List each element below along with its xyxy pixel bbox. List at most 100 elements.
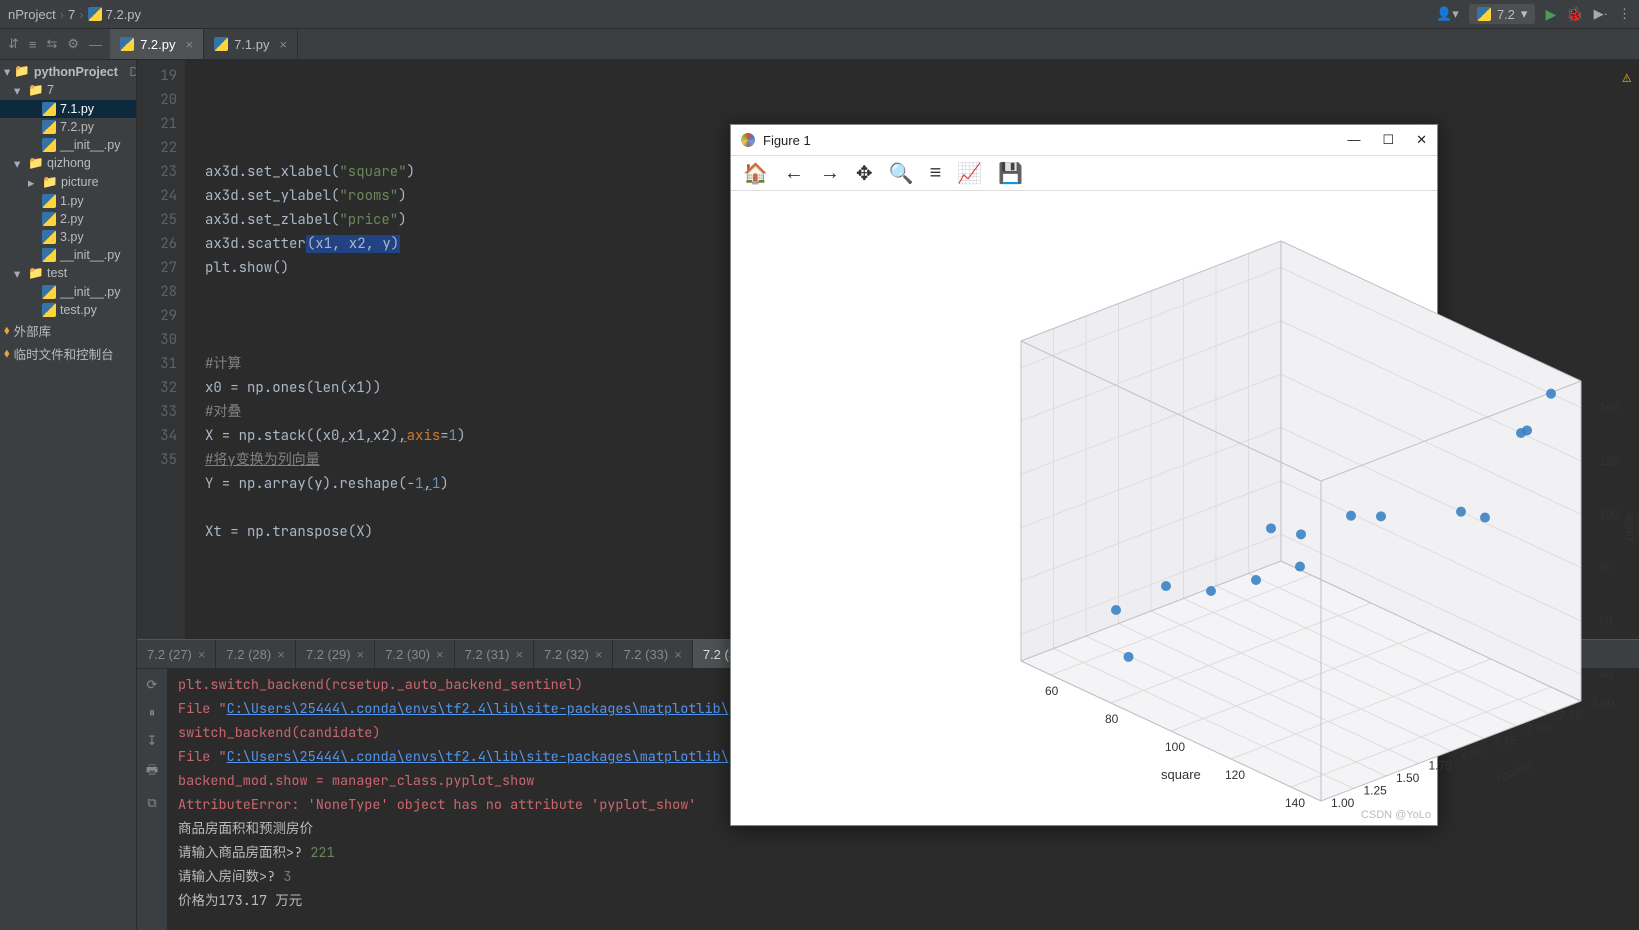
run-tab[interactable]: 7.2 (30)× xyxy=(375,640,454,668)
tree-file[interactable]: __init__.py xyxy=(0,136,136,154)
settings-icon[interactable]: ⚙ xyxy=(67,36,79,52)
close-tab-icon[interactable]: × xyxy=(277,647,285,662)
crumb-folder[interactable]: 7 xyxy=(68,7,75,22)
tree-folder[interactable]: ▸📁 picture xyxy=(0,173,136,192)
close-tab-icon[interactable]: × xyxy=(595,647,603,662)
svg-text:100: 100 xyxy=(1165,740,1185,754)
tree-file[interactable]: __init__.py xyxy=(0,246,136,264)
tree-file[interactable]: __init__.py xyxy=(0,283,136,301)
editor-toolbar: ⇵ ≡ ⇆ ⚙ — 7.2.py×7.1.py× xyxy=(0,29,1639,60)
tree-folder[interactable]: ▾📁 test xyxy=(0,264,136,283)
tree-extra[interactable]: ⬧ 临时文件和控制台 xyxy=(0,342,136,365)
tree-folder[interactable]: ▾📁 7 xyxy=(0,81,136,100)
maximize-icon[interactable]: ☐ xyxy=(1382,132,1394,148)
python-icon xyxy=(42,285,56,299)
link-icon[interactable]: ⧉ xyxy=(147,795,156,811)
show-options-icon[interactable]: ⇆ xyxy=(47,36,58,52)
svg-text:100: 100 xyxy=(1599,507,1619,521)
run-tab[interactable]: 7.2 (28)× xyxy=(216,640,295,668)
run-tab[interactable]: 7.2 (29)× xyxy=(296,640,375,668)
run-button[interactable]: ▶ xyxy=(1545,6,1556,23)
tree-file[interactable]: 2.py xyxy=(0,210,136,228)
close-tab-icon[interactable]: × xyxy=(357,647,365,662)
warning-icon[interactable]: ⚠ xyxy=(1623,66,1631,90)
svg-text:80: 80 xyxy=(1599,561,1613,575)
close-tab-icon[interactable]: × xyxy=(280,37,288,52)
tree-file[interactable]: 3.py xyxy=(0,228,136,246)
scatter-point xyxy=(1296,529,1306,539)
scatter-point xyxy=(1266,523,1276,533)
svg-text:60: 60 xyxy=(1045,684,1059,698)
chevron-right-icon: › xyxy=(79,7,83,22)
svg-text:3.00: 3.00 xyxy=(1591,696,1615,710)
minimize-icon[interactable]: — xyxy=(1347,132,1360,148)
home-icon[interactable]: 🏠 xyxy=(743,161,768,186)
configure-icon[interactable]: ≡ xyxy=(930,162,942,185)
breadcrumb: nProject › 7 › 7.2.py xyxy=(8,7,141,22)
python-icon xyxy=(1477,7,1491,21)
debug-button[interactable]: 🐞 xyxy=(1566,6,1583,23)
zoom-icon[interactable]: 🔍 xyxy=(889,161,914,186)
file-link[interactable]: C:\Users\25444\.conda\envs\tf2.4\lib\sit… xyxy=(227,700,802,718)
tree-file[interactable]: 1.py xyxy=(0,192,136,210)
stop-icon[interactable]: ⏸ xyxy=(149,705,156,721)
back-icon[interactable]: ← xyxy=(784,162,804,185)
svg-text:1.00: 1.00 xyxy=(1331,796,1355,810)
run-side-toolbar: ⟳ ⏸ ↧ 🖶 ⧉ xyxy=(137,669,168,930)
tree-extra[interactable]: ⬧ 外部库 xyxy=(0,319,136,342)
close-tab-icon[interactable]: × xyxy=(185,37,193,52)
svg-text:1.25: 1.25 xyxy=(1364,784,1388,798)
collapse-all-icon[interactable]: ≡ xyxy=(29,37,37,52)
svg-text:120: 120 xyxy=(1599,454,1619,468)
figure-window[interactable]: Figure 1 — ☐ ✕ 🏠 ← → ✥ 🔍 ≡ 📈 💾 608010012… xyxy=(730,124,1438,826)
svg-text:120: 120 xyxy=(1225,768,1245,782)
tree-file[interactable]: 7.1.py xyxy=(0,100,136,118)
run-tab[interactable]: 7.2 (27)× xyxy=(137,640,216,668)
editor-tab[interactable]: 7.1.py× xyxy=(204,29,298,59)
scatter-point xyxy=(1522,425,1532,435)
run-tab[interactable]: 7.2 (32)× xyxy=(534,640,613,668)
more-run-options-button[interactable]: ⋮ xyxy=(1618,6,1631,22)
tree-file[interactable]: 7.2.py xyxy=(0,118,136,136)
forward-icon[interactable]: → xyxy=(820,162,840,185)
watermark: CSDN @YoLo xyxy=(1361,809,1431,821)
svg-text:price: price xyxy=(1621,513,1636,541)
run-config-selector[interactable]: 7.2 ▾ xyxy=(1469,4,1536,24)
tree-root[interactable]: ▾📁 pythonProject D: xyxy=(0,62,136,81)
close-icon[interactable]: ✕ xyxy=(1416,132,1427,148)
print-icon[interactable]: 🖶 xyxy=(146,761,158,783)
close-tab-icon[interactable]: × xyxy=(198,647,206,662)
rerun-icon[interactable]: ⟳ xyxy=(147,677,158,693)
run-tab[interactable]: 7.2 (31)× xyxy=(455,640,534,668)
scatter-point xyxy=(1111,605,1121,615)
python-icon xyxy=(42,303,56,317)
file-link[interactable]: C:\Users\25444\.conda\envs\tf2.4\lib\sit… xyxy=(227,748,802,766)
svg-text:60: 60 xyxy=(1599,614,1613,628)
editor-tab[interactable]: 7.2.py× xyxy=(110,29,204,59)
svg-text:2.50: 2.50 xyxy=(1526,721,1550,735)
expand-all-icon[interactable]: ⇵ xyxy=(8,36,19,52)
edit-icon[interactable]: 📈 xyxy=(957,161,982,186)
crumb-file[interactable]: 7.2.py xyxy=(88,7,141,22)
close-tab-icon[interactable]: × xyxy=(436,647,444,662)
run-tab[interactable]: 7.2 (33)× xyxy=(613,640,692,668)
scatter-point xyxy=(1295,562,1305,572)
pan-icon[interactable]: ✥ xyxy=(856,161,873,186)
svg-text:40: 40 xyxy=(1599,667,1613,681)
scatter-point xyxy=(1161,581,1171,591)
tree-folder[interactable]: ▾📁 qizhong xyxy=(0,154,136,173)
save-icon[interactable]: 💾 xyxy=(998,161,1023,186)
scatter-point xyxy=(1346,511,1356,521)
close-tab-icon[interactable]: × xyxy=(515,647,523,662)
close-tab-icon[interactable]: × xyxy=(674,647,682,662)
hide-icon[interactable]: — xyxy=(89,37,102,52)
run-with-coverage-button[interactable]: ▶· xyxy=(1594,6,1608,22)
figure-canvas[interactable]: 60801001201401.001.251.501.752.002.252.5… xyxy=(731,191,1437,825)
tree-file[interactable]: test.py xyxy=(0,301,136,319)
scatter-point xyxy=(1124,652,1134,662)
figure-titlebar[interactable]: Figure 1 — ☐ ✕ xyxy=(731,125,1437,155)
down-icon[interactable]: ↧ xyxy=(147,733,158,749)
user-icon[interactable]: 👤▾ xyxy=(1436,6,1459,22)
crumb-project[interactable]: nProject xyxy=(8,7,56,22)
python-icon xyxy=(42,102,56,116)
